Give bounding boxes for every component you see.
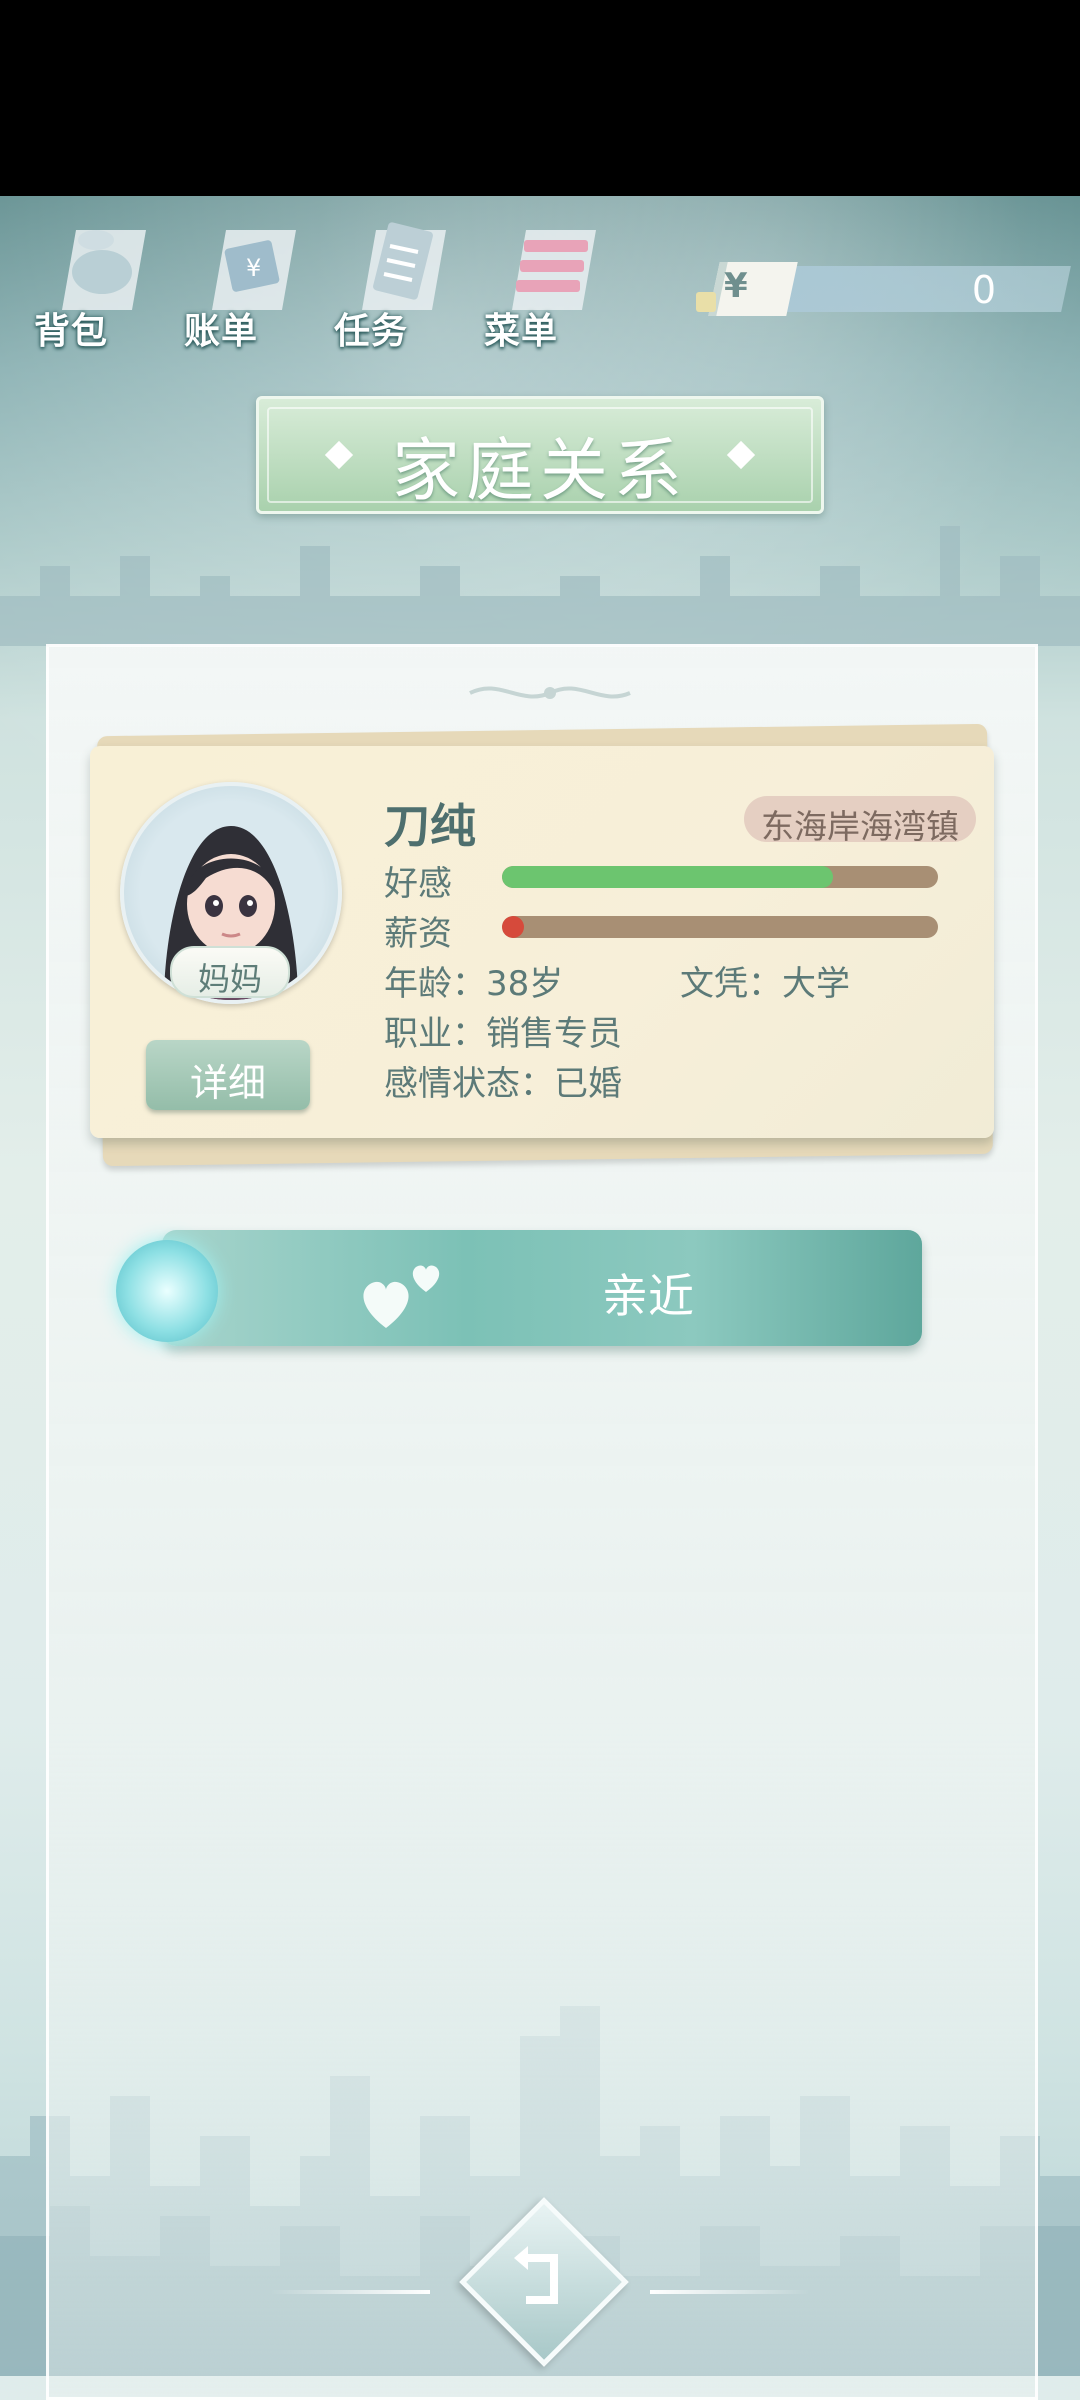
- role-tag: 妈妈: [170, 946, 290, 998]
- detail-button-label: 详细: [189, 1061, 266, 1105]
- toolbar-bag[interactable]: 背包: [34, 210, 154, 352]
- page-title: 家庭关系: [391, 432, 688, 511]
- role-label: 妈妈: [197, 960, 262, 998]
- toolbar-menu[interactable]: 菜单: [484, 210, 604, 352]
- toolbar-task-label: 任务: [334, 311, 409, 352]
- toolbar-task[interactable]: 任务: [334, 210, 454, 352]
- favor-label: 好感: [384, 864, 452, 904]
- page-title-banner: 家庭关系: [256, 396, 824, 514]
- location-badge: 东海岸海湾镇: [744, 796, 976, 846]
- salary-bar: [502, 916, 938, 938]
- age-info: 年龄：38岁: [384, 964, 564, 1004]
- approach-button-label: 亲近: [602, 1269, 694, 1323]
- favor-bar-fill: [502, 866, 834, 888]
- butterfly-orb-icon: [116, 1240, 218, 1342]
- svg-text:¥: ¥: [246, 254, 261, 282]
- favor-bar: [502, 866, 938, 888]
- salary-label: 薪资: [384, 914, 452, 954]
- status-bar: [0, 0, 1080, 196]
- toolbar-bill-label: 账单: [184, 311, 259, 352]
- coin-icon: [696, 292, 716, 312]
- member-name: 刀纯: [384, 799, 476, 853]
- salary-bar-fill: [502, 916, 524, 938]
- relationship-info: 感情状态：已婚: [384, 1064, 622, 1104]
- location-label: 东海岸海湾镇: [761, 807, 959, 846]
- occupation-info: 职业：销售专员: [384, 1014, 622, 1054]
- flourish-ornament: [469, 686, 631, 699]
- approach-button[interactable]: 亲近: [162, 1230, 922, 1346]
- toolbar-bill[interactable]: ¥ 账单: [184, 210, 304, 352]
- money-display: ¥ 0: [696, 262, 1071, 316]
- detail-button[interactable]: 详细: [146, 1040, 310, 1110]
- toolbar-bag-label: 背包: [34, 311, 109, 352]
- yen-icon: ¥: [724, 266, 748, 306]
- education-info: 文凭：大学: [680, 964, 850, 1004]
- back-arrow-icon: [514, 2246, 558, 2304]
- hearts-icon: [363, 1265, 440, 1328]
- money-value: 0: [971, 268, 996, 312]
- toolbar-menu-label: 菜单: [484, 311, 559, 352]
